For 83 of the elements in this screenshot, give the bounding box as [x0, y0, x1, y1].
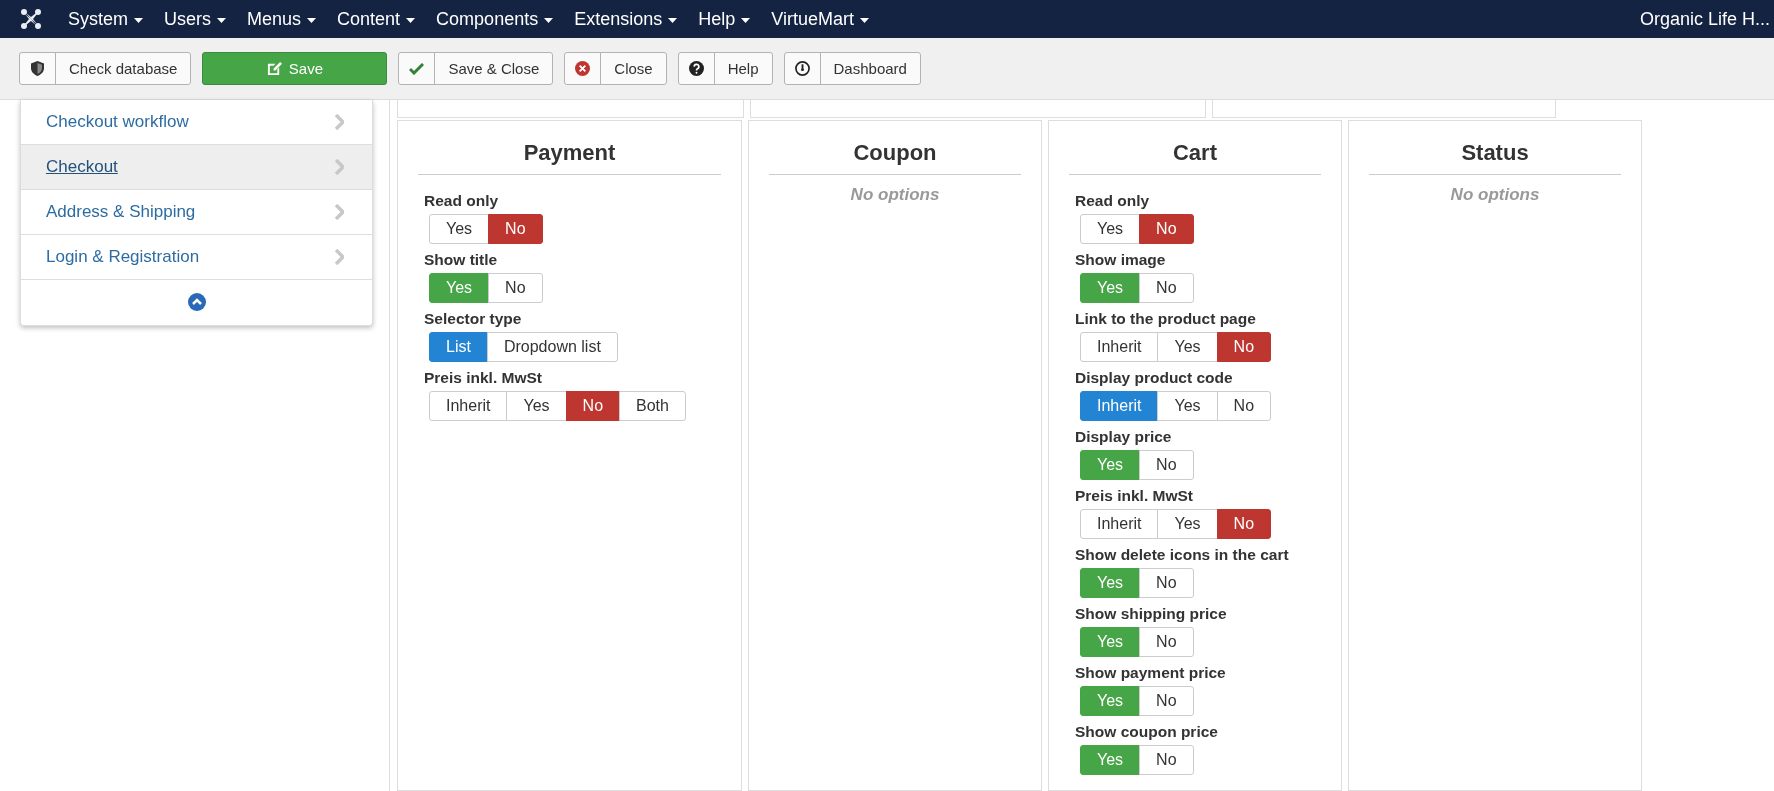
- toggle-option[interactable]: Inherit: [1080, 391, 1159, 421]
- collapse-icon[interactable]: [187, 293, 206, 311]
- caret-icon: [217, 17, 227, 23]
- nav-menu[interactable]: Content: [337, 8, 416, 30]
- option-label: Show shipping price: [1075, 605, 1228, 622]
- toggle-option[interactable]: Both: [619, 391, 686, 421]
- toggle-option[interactable]: Inherit: [1080, 509, 1159, 539]
- panel-title: Coupon: [769, 121, 1021, 175]
- option-label: Read only: [1075, 192, 1151, 209]
- toggle-option[interactable]: No: [1139, 450, 1194, 480]
- empty-message: No options: [849, 185, 941, 205]
- toggle-option[interactable]: Inherit: [1080, 332, 1159, 362]
- toolbar-button[interactable]: Dashboard: [783, 52, 921, 85]
- nav-menu[interactable]: Components: [436, 8, 554, 30]
- help-icon: [688, 61, 704, 76]
- option-label: Link to the product page: [1075, 310, 1257, 327]
- shield-icon: [31, 61, 44, 76]
- gauge-icon: [794, 61, 810, 76]
- nav-menu[interactable]: Extensions: [574, 8, 678, 30]
- option-label: Selector type: [424, 310, 523, 327]
- toggle-option[interactable]: No: [488, 214, 543, 244]
- chevron-icon: [334, 159, 344, 175]
- toggle-option[interactable]: Dropdown list: [486, 332, 618, 362]
- toggle-option[interactable]: No: [1139, 273, 1194, 303]
- toolbar-button[interactable]: Help: [677, 52, 773, 85]
- toggle-option[interactable]: No: [565, 391, 621, 421]
- chevron-icon: [334, 204, 344, 220]
- toggle-option[interactable]: No: [1139, 627, 1194, 657]
- option-label: Display product code: [1075, 369, 1234, 386]
- nav-menu[interactable]: VirtueMart: [771, 8, 869, 30]
- caret-icon: [668, 17, 678, 23]
- caret-icon: [134, 17, 143, 23]
- toggle-option[interactable]: Yes: [1080, 214, 1141, 244]
- toggle-option[interactable]: No: [1139, 745, 1194, 775]
- toolbar-button[interactable]: Close: [564, 52, 667, 85]
- option-label: Preis inkl. MwSt: [424, 369, 543, 386]
- toggle-option[interactable]: List: [429, 332, 488, 362]
- option-label: Show coupon price: [1075, 723, 1219, 740]
- empty-message: No options: [1449, 185, 1541, 205]
- caret-icon: [859, 17, 869, 23]
- option-label: Preis inkl. MwSt: [1075, 487, 1194, 504]
- panel-title: Status: [1369, 121, 1621, 175]
- sidebar-item[interactable]: Checkout: [21, 145, 372, 190]
- logo-icon[interactable]: [20, 8, 42, 30]
- toggle-option[interactable]: No: [1139, 568, 1194, 598]
- toggle-option[interactable]: No: [1139, 214, 1194, 244]
- option-label: Show delete icons in the cart: [1075, 546, 1290, 563]
- toggle-option[interactable]: Yes: [429, 214, 490, 244]
- chevron-icon: [334, 249, 344, 265]
- site-name-link[interactable]: Organic Life H...: [1639, 8, 1774, 30]
- nav-menu[interactable]: Users: [164, 8, 227, 30]
- caret-icon: [307, 17, 317, 23]
- toggle-option[interactable]: No: [1216, 332, 1272, 362]
- option-label: Show image: [1075, 251, 1167, 268]
- panel-title: Cart: [1069, 121, 1321, 175]
- close-icon: [575, 61, 591, 76]
- option-label: Display price: [1075, 428, 1173, 445]
- toggle-option[interactable]: No: [1216, 509, 1272, 539]
- checkmark-icon: [409, 62, 425, 75]
- panel-title: Payment: [418, 121, 721, 175]
- toggle-option[interactable]: Yes: [506, 391, 567, 421]
- toggle-option[interactable]: No: [1139, 686, 1194, 716]
- caret-icon: [741, 17, 751, 23]
- sidebar-item[interactable]: Login & Registration: [21, 235, 372, 280]
- chevron-icon: [334, 114, 344, 130]
- edit-icon: [266, 61, 282, 76]
- option-label: Read only: [424, 192, 500, 209]
- nav-menu[interactable]: Menus: [247, 8, 317, 30]
- toggle-option[interactable]: No: [488, 273, 543, 303]
- caret-icon: [406, 17, 416, 23]
- sidebar-item[interactable]: Address & Shipping: [21, 190, 372, 235]
- option-label: Show title: [424, 251, 499, 268]
- toggle-option[interactable]: Inherit: [429, 391, 508, 421]
- toolbar-button[interactable]: Check database: [19, 52, 192, 85]
- nav-menu[interactable]: System: [68, 8, 143, 30]
- toggle-option[interactable]: No: [1216, 391, 1272, 421]
- toggle-option[interactable]: Yes: [1157, 509, 1218, 539]
- toggle-option[interactable]: Yes: [1157, 391, 1218, 421]
- caret-icon: [544, 17, 554, 23]
- toggle-option[interactable]: Yes: [1157, 332, 1218, 362]
- option-label: Show payment price: [1075, 664, 1227, 681]
- nav-menu[interactable]: Help: [698, 8, 751, 30]
- toolbar-button[interactable]: Save & Close: [398, 52, 554, 85]
